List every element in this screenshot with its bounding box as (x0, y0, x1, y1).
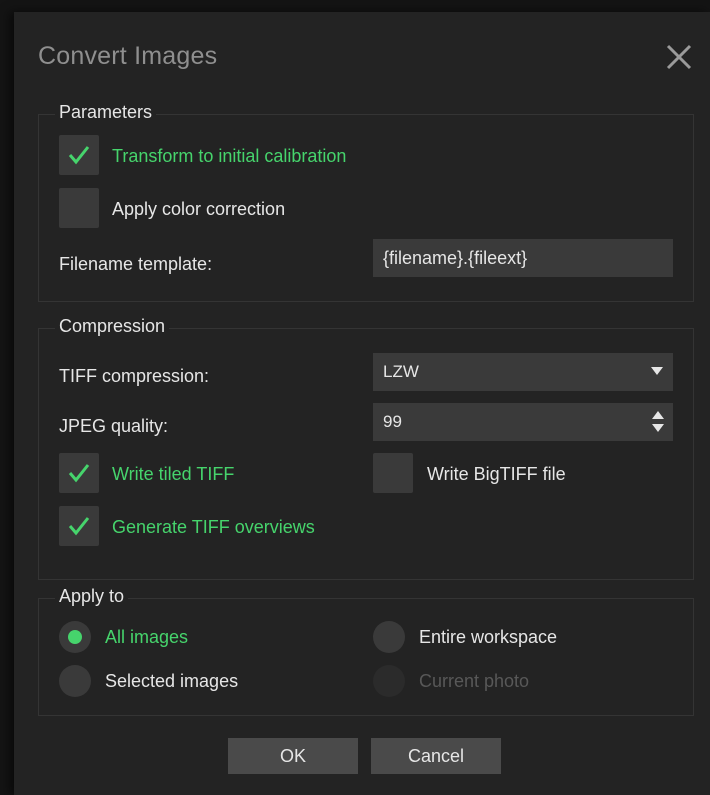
tiled-tiff-checkbox[interactable] (59, 453, 99, 493)
cancel-button[interactable]: Cancel (371, 738, 501, 774)
color-correction-label: Apply color correction (112, 199, 286, 219)
transform-label: Transform to initial calibration (112, 146, 347, 166)
radio-current-photo (373, 665, 405, 697)
radio-selected-images[interactable] (59, 665, 91, 697)
overviews-checkbox[interactable] (59, 506, 99, 546)
selected-images-label: Selected images (105, 671, 239, 691)
filename-template-label: Filename template: (59, 254, 213, 274)
convert-images-dialog: Convert Images Parameters Transform to i… (14, 12, 710, 795)
jpeg-quality-value: 99 (383, 412, 402, 431)
checkmark-icon (68, 517, 90, 536)
apply-to-group-label: Apply to (55, 586, 129, 607)
tiff-compression-value: LZW (383, 362, 419, 381)
radio-all-images[interactable] (59, 621, 91, 653)
compression-group-label: Compression (55, 316, 170, 337)
apply-to-group: Apply to All images Selected images Enti… (38, 586, 694, 716)
tiff-compression-select[interactable]: LZW (373, 353, 673, 391)
radio-selected-dot (68, 630, 82, 644)
parameters-group: Parameters Transform to initial calibrat… (38, 102, 694, 302)
dialog-title: Convert Images (38, 42, 218, 70)
close-icon[interactable] (664, 42, 694, 72)
entire-workspace-label: Entire workspace (419, 627, 558, 647)
transform-checkbox[interactable] (59, 135, 99, 175)
tiff-compression-label: TIFF compression: (59, 366, 210, 386)
compression-group: Compression TIFF compression: LZW JPEG q… (38, 316, 694, 580)
jpeg-quality-label: JPEG quality: (59, 416, 169, 436)
all-images-label: All images (105, 627, 189, 647)
bigtiff-label: Write BigTIFF file (427, 464, 566, 484)
current-photo-label: Current photo (419, 671, 530, 691)
ok-button[interactable]: OK (228, 738, 358, 774)
color-correction-checkbox[interactable] (59, 188, 99, 228)
checkmark-icon (68, 464, 90, 483)
radio-entire-workspace[interactable] (373, 621, 405, 653)
checkmark-icon (68, 146, 90, 165)
parameters-group-label: Parameters (55, 102, 157, 123)
spin-arrows-icon[interactable] (651, 409, 665, 435)
bigtiff-checkbox[interactable] (373, 453, 413, 493)
overviews-label: Generate TIFF overviews (112, 517, 315, 537)
chevron-down-icon (651, 367, 663, 375)
filename-template-input[interactable] (373, 239, 673, 277)
jpeg-quality-spinbox[interactable]: 99 (373, 403, 673, 441)
tiled-tiff-label: Write tiled TIFF (112, 464, 235, 484)
